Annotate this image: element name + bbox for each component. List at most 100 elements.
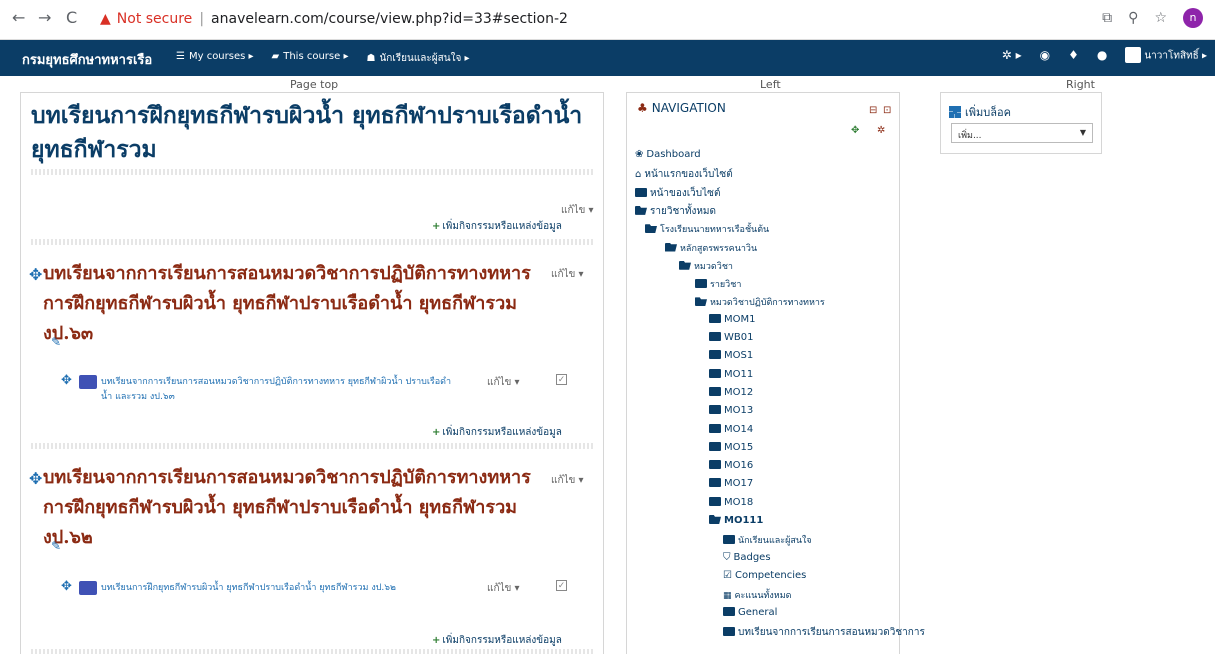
- nav-item[interactable]: MO18: [709, 496, 753, 508]
- folder-icon: [709, 496, 721, 506]
- nav-item[interactable]: โรงเรียนนายทหารเรือชั้นต้น: [645, 222, 769, 236]
- nav-item-label: Competencies: [734, 569, 807, 581]
- nav-item[interactable]: WB01: [709, 332, 753, 343]
- reload-icon[interactable]: C: [66, 8, 77, 28]
- nav-item[interactable]: บทเรียนจากการเรียนการสอนหมวดวิชาการ: [723, 625, 925, 640]
- folder-open-icon: [635, 205, 647, 215]
- nav-item-label: รายวิชาทั้งหมด: [650, 205, 717, 217]
- address-bar[interactable]: ▲ Not secure | anavelearn.com/course/vie…: [100, 9, 568, 29]
- star-icon[interactable]: ☆: [1154, 10, 1167, 26]
- move-icon[interactable]: ✥: [851, 125, 859, 136]
- plus-icon: +: [432, 221, 441, 232]
- nav-item[interactable]: MO12: [709, 386, 753, 398]
- nav-item[interactable]: ⛉ Badges: [723, 552, 771, 563]
- folder-icon: [723, 626, 735, 636]
- shield-icon: ⛉: [723, 551, 731, 563]
- add-block-select[interactable]: เพิ่ม... ▼: [951, 123, 1093, 143]
- blocks-icon: [949, 106, 961, 118]
- site-brand[interactable]: กรมยุทธศึกษาทหารเรือ: [22, 49, 152, 70]
- page-title: บทเรียนการฝึกยุทธกีฬารบผิวน้ำ ยุทธกีฬาปร…: [31, 102, 583, 163]
- nav-item-label: MOM1: [724, 313, 756, 325]
- add-activity-label: เพิ่มกิจกรรมหรือแหล่งข้อมูล: [442, 221, 562, 232]
- nav-item[interactable]: ☑ Competencies: [723, 570, 806, 581]
- top-menu: ☰ My courses ▸ ▰ This course ▸ ☗ นักเรียนแล…: [176, 51, 470, 66]
- nav-item[interactable]: หลักสูตรพรรคนาวิน: [665, 241, 757, 255]
- nav-item[interactable]: MO17: [709, 478, 753, 489]
- nav-item[interactable]: หมวดวิชา: [679, 259, 733, 273]
- gear-icon[interactable]: ✲: [877, 125, 885, 136]
- dashboard-icon: ❀: [635, 149, 644, 160]
- activity-link[interactable]: บทเรียนจากการเรียนการสอนหมวดวิชาการปฏิบั…: [101, 375, 461, 405]
- user-menu[interactable]: นาวาโทสิทธิ์ ▸: [1125, 47, 1207, 64]
- chevron-down-icon: ▼: [1079, 128, 1086, 137]
- section-edit-menu[interactable]: แก้ไข ▾: [551, 267, 584, 282]
- nav-item[interactable]: MO111: [709, 515, 763, 526]
- security-label: Not secure: [116, 11, 193, 27]
- nav-item[interactable]: MO15: [709, 441, 753, 453]
- add-activity-link[interactable]: + เพิ่มกิจกรรมหรือแหล่งข้อมูล: [432, 633, 562, 648]
- nav-item[interactable]: หมวดวิชาปฏิบัติการทางทหาร: [695, 295, 825, 309]
- folder-icon: [709, 478, 721, 488]
- gear-icon[interactable]: ✲ ▸: [1002, 48, 1022, 62]
- profile-avatar[interactable]: n: [1183, 8, 1203, 28]
- forward-icon[interactable]: →: [38, 8, 51, 28]
- nav-item-label: MO111: [724, 515, 764, 526]
- dock-icon[interactable]: ⊡: [883, 105, 891, 116]
- sitemap-icon: ♣: [637, 101, 648, 115]
- url-text[interactable]: anavelearn.com/course/view.php?id=33#sec…: [211, 9, 568, 29]
- nav-item[interactable]: General: [723, 606, 777, 618]
- completion-checkbox[interactable]: ✓: [556, 374, 567, 385]
- nav-item-label: Badges: [733, 551, 771, 563]
- menu-my-courses[interactable]: ☰ My courses ▸: [176, 51, 254, 66]
- warning-icon: ▲: [100, 11, 111, 27]
- pencil-icon[interactable]: ✎: [51, 335, 61, 349]
- nav-item[interactable]: MOS1: [709, 350, 753, 361]
- nav-item[interactable]: หน้าของเว็บไซต์: [635, 186, 720, 201]
- nav-item[interactable]: รายวิชาทั้งหมด: [635, 204, 716, 219]
- nav-item-label: หลักสูตรพรรคนาวิน: [680, 243, 758, 254]
- nav-item[interactable]: รายวิชา: [695, 277, 741, 291]
- nav-item[interactable]: นักเรียนและผู้สนใจ: [723, 533, 812, 547]
- activity-link[interactable]: บทเรียนการฝึกยุทธกีฬารบผิวน้ำ ยุทธกีฬาปร…: [101, 581, 461, 596]
- nav-item-label: Dashboard: [646, 149, 701, 160]
- pencil-icon[interactable]: ✎: [51, 539, 61, 553]
- folder-icon: [709, 313, 721, 323]
- move-icon[interactable]: ✥: [29, 469, 42, 488]
- menu-this-course[interactable]: ▰ This course ▸: [272, 51, 349, 66]
- activity-edit-menu[interactable]: แก้ไข ▾: [487, 375, 520, 390]
- activity-edit-menu[interactable]: แก้ไข ▾: [487, 581, 520, 596]
- back-icon[interactable]: ←: [12, 8, 25, 28]
- collapse-icon[interactable]: ⊟: [869, 105, 877, 116]
- book-icon: ▰: [271, 51, 280, 62]
- completion-checkbox[interactable]: ✓: [556, 580, 567, 591]
- folder-icon: [709, 368, 721, 378]
- section-edit-menu[interactable]: แก้ไข ▾: [551, 473, 584, 488]
- nav-item[interactable]: MO14: [709, 423, 753, 435]
- folder-icon: [709, 441, 721, 451]
- nav-item[interactable]: ❀ Dashboard: [635, 149, 701, 160]
- menu-students[interactable]: ☗ นักเรียนและผู้สนใจ ▸: [366, 51, 469, 66]
- divider: |: [199, 11, 205, 27]
- translate-icon[interactable]: ⧉: [1102, 10, 1112, 26]
- home-icon: ⌂: [635, 169, 642, 181]
- checkbox-icon: ☑: [723, 569, 732, 581]
- nav-item[interactable]: MO13: [709, 405, 753, 416]
- nav-item[interactable]: ▦ คะแนนทั้งหมด: [723, 588, 792, 602]
- zoom-icon[interactable]: ⚲: [1128, 10, 1138, 26]
- section-edit-menu[interactable]: แก้ไข ▾: [561, 203, 594, 218]
- folder-open-icon: [709, 515, 721, 524]
- chat-icon[interactable]: ●: [1097, 48, 1107, 62]
- nav-item-label: บทเรียนจากการเรียนการสอนหมวดวิชาการ: [738, 626, 925, 638]
- bell-icon[interactable]: ♦: [1068, 48, 1079, 62]
- move-icon[interactable]: ✥: [29, 265, 42, 284]
- nav-item[interactable]: MO11: [709, 368, 753, 380]
- nav-item[interactable]: MO16: [709, 460, 753, 471]
- nav-item[interactable]: MOM1: [709, 313, 756, 325]
- target-icon[interactable]: ◉: [1040, 48, 1050, 62]
- add-activity-link[interactable]: + เพิ่มกิจกรรมหรือแหล่งข้อมูล: [432, 219, 562, 234]
- site-navbar: กรมยุทธศึกษาทหารเรือ ☰ My courses ▸ ▰ This…: [0, 40, 1215, 76]
- move-icon[interactable]: ✥: [61, 373, 72, 388]
- nav-item[interactable]: ⌂ หน้าแรกของเว็บไซต์: [635, 167, 733, 182]
- add-activity-link[interactable]: + เพิ่มกิจกรรมหรือแหล่งข้อมูล: [432, 425, 562, 440]
- move-icon[interactable]: ✥: [61, 579, 72, 594]
